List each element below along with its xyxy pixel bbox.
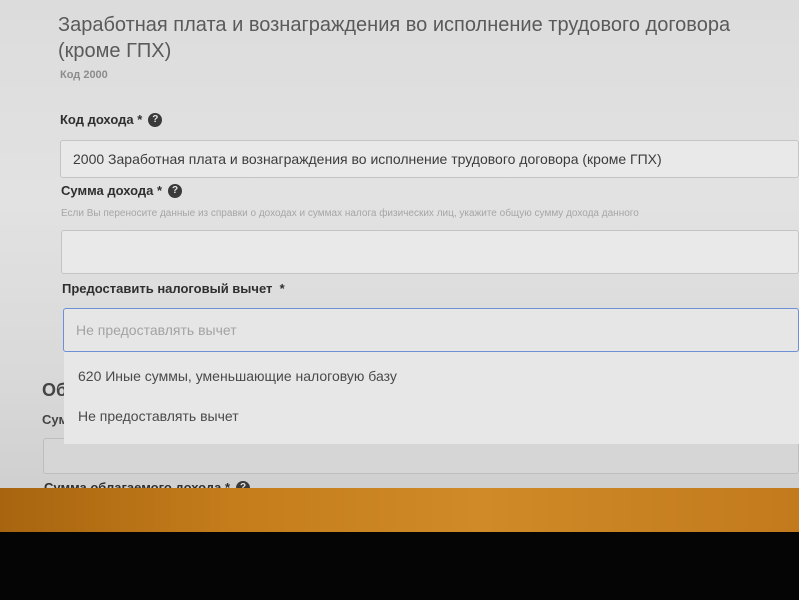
page-title: Заработная плата и вознаграждения во исп… <box>58 14 731 62</box>
income-code-select[interactable]: 2000 Заработная плата и вознаграждения в… <box>60 140 799 178</box>
deduction-label-row: Предоставить налоговый вычет * <box>62 281 285 296</box>
income-code-value: 2000 Заработная плата и вознаграждения в… <box>73 151 662 167</box>
income-code-caption: Код 2000 <box>60 69 108 81</box>
income-amount-label-row: Сумма дохода * ? <box>61 183 183 198</box>
keyboard-area <box>0 532 799 600</box>
income-amount-hint: Если Вы переносите данные из справки о д… <box>61 208 639 219</box>
deduction-option-none[interactable]: Не предоставлять вычет <box>78 408 239 424</box>
income-amount-label: Сумма дохода * <box>61 183 163 198</box>
income-code-label: Код дохода * <box>60 112 143 127</box>
help-icon[interactable]: ? <box>168 183 183 198</box>
help-icon[interactable]: ? <box>148 112 163 127</box>
deduction-option-620[interactable]: 620 Иные суммы, уменьшающие налоговую ба… <box>78 368 397 384</box>
deduction-placeholder: Не предоставлять вычет <box>76 322 237 338</box>
income-amount-input[interactable] <box>61 230 799 274</box>
deduction-select[interactable]: Не предоставлять вычет <box>63 308 799 352</box>
monitor-bezel <box>0 488 799 532</box>
form-screen: Заработная плата и вознаграждения во исп… <box>0 0 799 498</box>
deduction-label: Предоставить налоговый вычет * <box>62 281 285 296</box>
income-code-label-row: Код дохода * ? <box>60 112 163 127</box>
deduction-options-menu: 620 Иные суммы, уменьшающие налоговую ба… <box>64 352 799 444</box>
